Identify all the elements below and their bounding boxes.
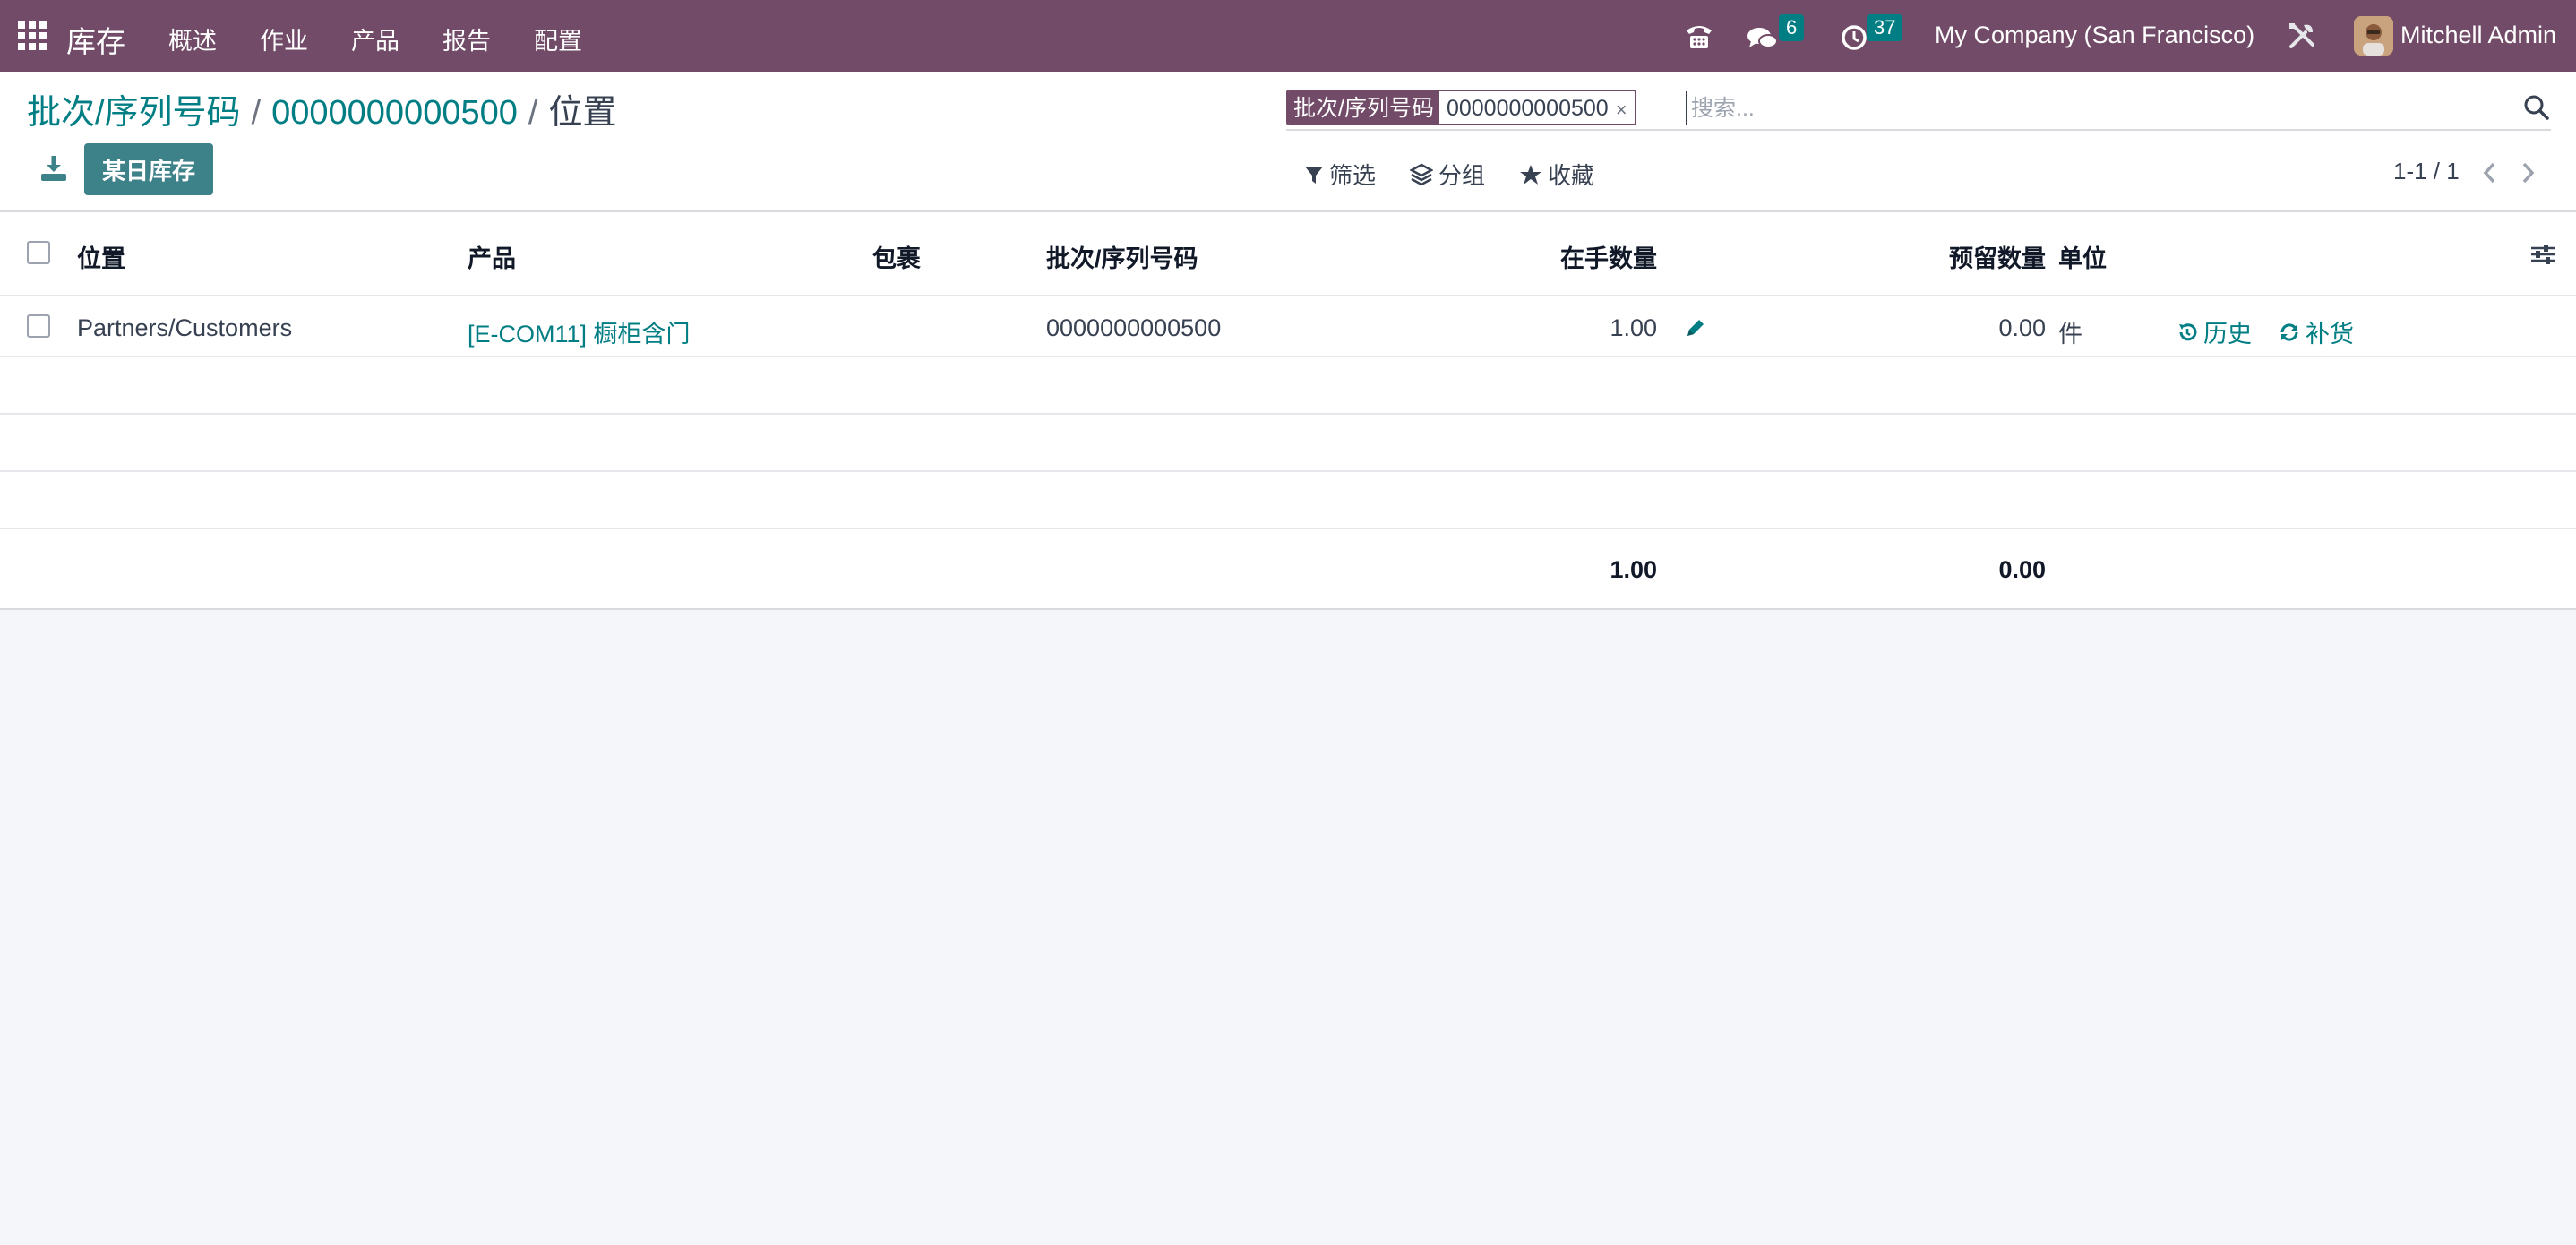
page-title: 位置 [548, 94, 617, 132]
chat-icon[interactable] [1747, 23, 1779, 56]
column-header-on-hand[interactable]: 在手数量 [1560, 239, 1657, 274]
menu-item-reporting[interactable]: 报告 [442, 21, 491, 56]
breadcrumb-separator: / [251, 94, 262, 132]
search-bar: 批次/序列号码 0000000000500 × [1286, 84, 2551, 131]
chevron-right-icon[interactable] [2517, 159, 2538, 186]
breadcrumb-lot-record[interactable]: 0000000000500 [271, 94, 518, 132]
chevron-left-icon[interactable] [2479, 159, 2501, 186]
facet-value: 0000000000500 [1438, 91, 1616, 124]
phone-icon[interactable] [1684, 20, 1714, 52]
history-button[interactable]: 历史 [2177, 314, 2252, 349]
avatar[interactable] [2354, 16, 2393, 56]
facet-close-icon[interactable]: × [1615, 91, 1635, 124]
group-by-label: 分组 [1438, 162, 1486, 189]
quants-table: 位置 产品 包裹 批次/序列号码 在手数量 预留数量 单位 Partners/C… [0, 212, 2576, 610]
history-label: 历史 [2203, 321, 2252, 348]
menu-item-operations[interactable]: 作业 [260, 21, 308, 56]
cell-reserved: 0.00 [1998, 314, 2046, 341]
select-all-checkbox[interactable] [27, 241, 50, 264]
group-by-button[interactable]: 分组 [1410, 158, 1485, 191]
total-on-hand: 1.00 [1610, 556, 1657, 583]
apps-grid-icon[interactable] [18, 21, 47, 50]
messages-badge: 6 [1779, 14, 1805, 41]
menu-item-overview[interactable]: 概述 [168, 21, 217, 56]
app-name[interactable]: 库存 [66, 18, 125, 61]
top-navbar: 库存 概述 作业 产品 报告 配置 6 37 My Company (San F… [0, 0, 2576, 72]
activities-badge: 37 [1867, 14, 1903, 41]
column-header-package[interactable]: 包裹 [872, 239, 921, 274]
menu-item-configuration[interactable]: 配置 [534, 21, 582, 56]
filter-label: 筛选 [1329, 162, 1377, 189]
tools-icon[interactable] [2286, 20, 2318, 52]
sliders-icon[interactable] [2529, 241, 2556, 268]
column-header-reserved[interactable]: 预留数量 [1949, 239, 2046, 274]
main-menu: 概述 作业 产品 报告 配置 [168, 21, 625, 56]
star-icon [1520, 164, 1542, 185]
refresh-icon [2280, 322, 2298, 341]
layers-icon [1410, 163, 1434, 185]
total-reserved: 0.00 [1998, 556, 2046, 583]
clock-icon[interactable] [1840, 21, 1868, 54]
user-menu[interactable]: Mitchell Admin [2400, 21, 2556, 49]
breadcrumb: 批次/序列号码/0000000000500/位置 [27, 84, 616, 133]
search-input[interactable] [1686, 91, 2492, 125]
download-icon[interactable] [38, 152, 70, 185]
breadcrumb-separator: / [528, 94, 538, 132]
filter-icon [1305, 166, 1323, 184]
cell-product[interactable]: [E-COM11] 橱柜含门 [468, 314, 691, 349]
cell-location: Partners/Customers [77, 314, 293, 341]
table-footer: 1.00 0.00 [0, 529, 2576, 610]
cell-on-hand: 1.00 [1610, 314, 1657, 341]
replenish-label: 补货 [2306, 321, 2354, 348]
menu-item-products[interactable]: 产品 [351, 21, 399, 56]
search-facet: 批次/序列号码 0000000000500 × [1286, 90, 1636, 125]
search-icon[interactable] [2522, 93, 2551, 122]
empty-row [0, 357, 2576, 415]
table-row[interactable]: Partners/Customers [E-COM11] 橱柜含门 000000… [0, 296, 2576, 357]
pencil-icon[interactable] [1684, 316, 1707, 339]
pager-value[interactable]: 1-1 / 1 [2393, 158, 2460, 185]
company-switcher[interactable]: My Company (San Francisco) [1935, 21, 2254, 49]
breadcrumb-lots[interactable]: 批次/序列号码 [27, 94, 241, 132]
control-panel: 批次/序列号码/0000000000500/位置 某日库存 批次/序列号码 00… [0, 72, 2576, 212]
favorites-button[interactable]: 收藏 [1519, 158, 1594, 191]
search-options: 筛选 分组 收藏 [1304, 158, 1628, 191]
column-header-uom[interactable]: 单位 [2058, 239, 2107, 274]
replenish-button[interactable]: 补货 [2279, 314, 2354, 349]
favorites-label: 收藏 [1548, 162, 1595, 189]
row-checkbox[interactable] [27, 314, 50, 338]
cell-uom: 件 [2058, 321, 2082, 348]
cell-lot: 0000000000500 [1046, 314, 1222, 341]
column-header-product[interactable]: 产品 [468, 239, 516, 274]
empty-row [0, 415, 2576, 472]
empty-row [0, 472, 2576, 529]
table-header: 位置 产品 包裹 批次/序列号码 在手数量 预留数量 单位 [0, 212, 2576, 296]
inventory-at-date-button[interactable]: 某日库存 [84, 143, 213, 195]
facet-label: 批次/序列号码 [1288, 91, 1439, 124]
column-header-lot[interactable]: 批次/序列号码 [1046, 239, 1198, 274]
filter-button[interactable]: 筛选 [1304, 158, 1376, 191]
column-header-location[interactable]: 位置 [77, 239, 125, 274]
history-icon [2179, 322, 2197, 340]
